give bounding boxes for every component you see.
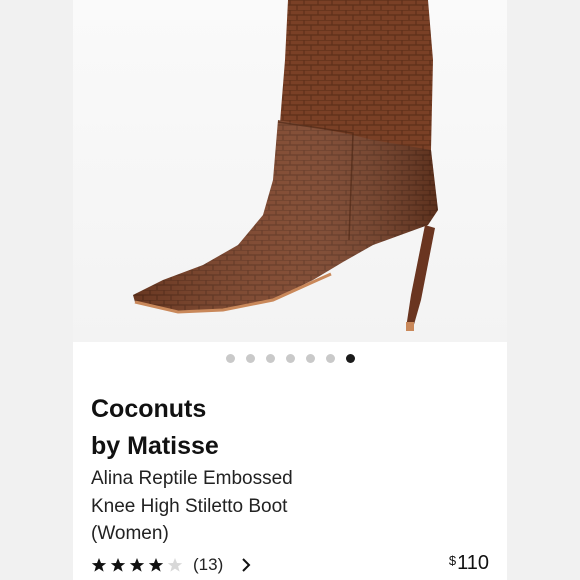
boot-illustration (133, 0, 438, 331)
star-icon (91, 558, 107, 572)
title-line-1: Alina Reptile Embossed (91, 468, 293, 489)
title-line-3: (Women) (91, 523, 169, 544)
carousel-dot[interactable] (285, 354, 295, 363)
brand-line-2: by Matisse (91, 432, 219, 460)
product-title[interactable]: Alina Reptile Embossed Knee High Stilett… (91, 465, 411, 548)
rating-link[interactable]: (13) (91, 553, 251, 577)
price-currency: $ (448, 553, 457, 568)
star-rating (91, 557, 183, 573)
title-line-2: Knee High Stiletto Boot (91, 495, 288, 517)
star-icon (129, 558, 145, 572)
product-card[interactable]: Coconuts by Matisse Alina Reptile Emboss… (73, 0, 507, 580)
star-icon (148, 558, 164, 572)
product-image[interactable] (73, 0, 507, 342)
carousel-dot[interactable] (305, 354, 315, 363)
star-icon (167, 558, 183, 572)
carousel-dot[interactable] (345, 354, 355, 363)
brand-line-1: Coconuts (91, 395, 207, 423)
review-count: (13) (193, 555, 224, 574)
carousel-dot[interactable] (265, 354, 275, 363)
star-icon (110, 558, 126, 572)
chevron-right-icon[interactable] (241, 557, 251, 573)
brand-name[interactable]: Coconuts by Matisse (91, 391, 411, 465)
price: $ 110 (449, 552, 489, 575)
carousel-dot[interactable] (225, 354, 235, 363)
carousel-dots[interactable] (73, 354, 507, 363)
price-amount: 110 (457, 552, 489, 574)
carousel-dot[interactable] (245, 354, 255, 363)
carousel-dot[interactable] (325, 354, 335, 363)
